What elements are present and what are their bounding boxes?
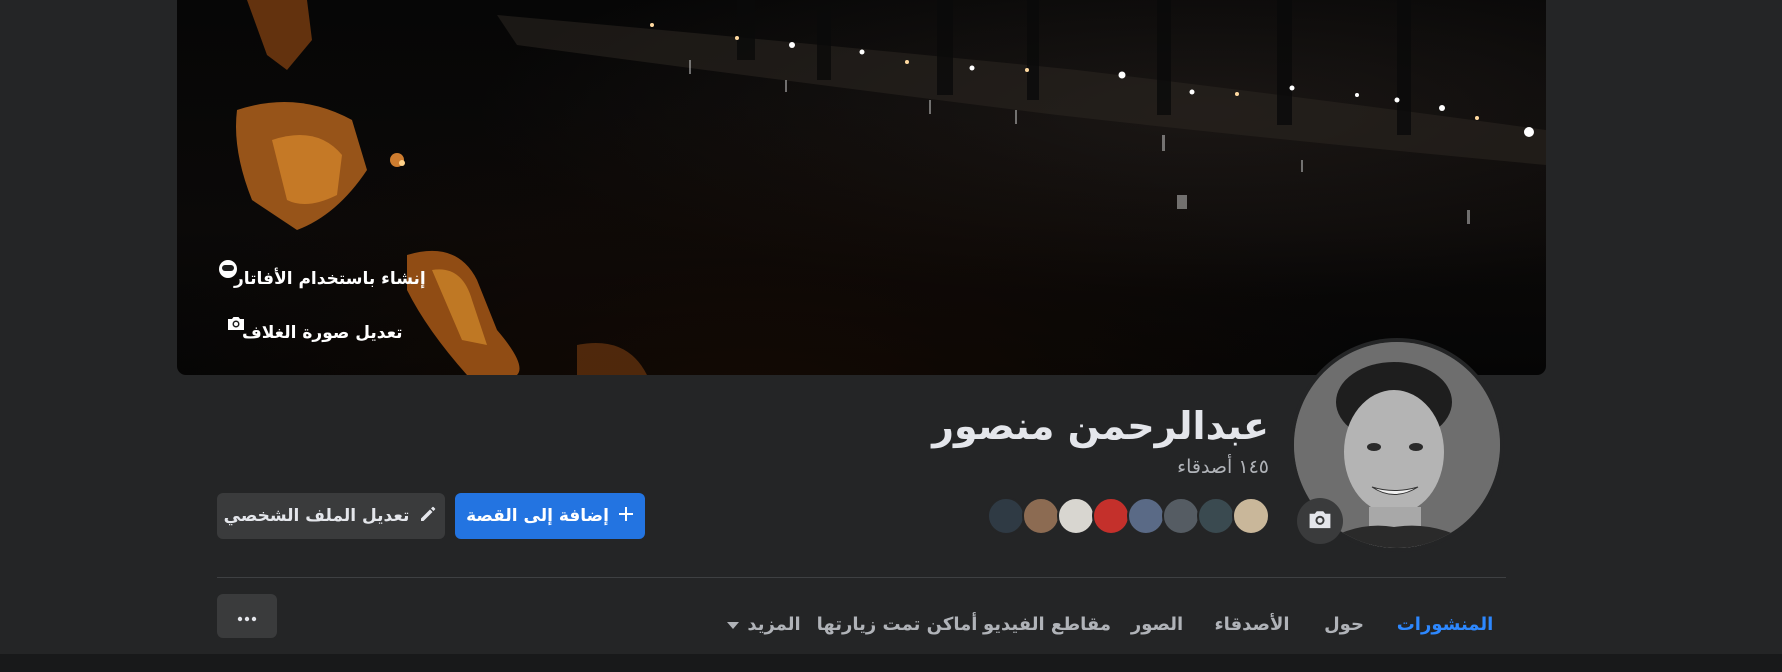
edit-cover-photo-button[interactable]: تعديل صورة الغلاف xyxy=(226,313,447,353)
cover-photo[interactable]: إنشاء باستخدام الأفاتار تعديل صورة الغلا… xyxy=(177,0,1546,375)
plus-icon xyxy=(618,506,634,527)
friend-avatar[interactable] xyxy=(1197,497,1235,535)
tab-friends-label: الأصدقاء xyxy=(1214,613,1290,635)
tab-places-visited-label: أماكن تمت زيارتها xyxy=(816,613,978,635)
tab-videos-label: مقاطع الفيديو xyxy=(982,613,1112,635)
caret-down-icon xyxy=(727,614,740,635)
tab-posts-label: المنشورات xyxy=(1396,613,1494,635)
friend-avatar[interactable] xyxy=(1022,497,1060,535)
pencil-icon xyxy=(418,504,438,529)
friend-avatar[interactable] xyxy=(1232,497,1270,535)
create-with-avatar-button[interactable]: إنشاء باستخدام الأفاتار xyxy=(218,259,470,299)
tab-friends[interactable]: الأصدقاء xyxy=(1200,594,1304,654)
ellipsis-icon xyxy=(237,607,257,626)
edit-profile-button[interactable]: تعديل الملف الشخصي xyxy=(217,493,445,539)
tab-videos[interactable]: مقاطع الفيديو xyxy=(980,594,1114,654)
camera-icon xyxy=(228,317,431,343)
add-to-story-button[interactable]: إضافة إلى القصة xyxy=(455,493,645,539)
tab-more-label: المزيد xyxy=(747,613,801,635)
avatar-face-icon xyxy=(219,260,454,289)
friend-avatar[interactable] xyxy=(1057,497,1095,535)
edit-cover-photo-label: تعديل صورة الغلاف xyxy=(242,323,403,343)
profile-tabs: المنشورات حول الأصدقاء الصور مقاطع الفيد… xyxy=(690,594,1506,658)
camera-icon xyxy=(1307,506,1333,536)
page-background-strip xyxy=(0,654,1782,672)
tab-about-label: حول xyxy=(1324,613,1364,635)
tab-places-visited[interactable]: أماكن تمت زيارتها xyxy=(814,594,980,654)
profile-divider xyxy=(217,577,1506,578)
create-with-avatar-label: إنشاء باستخدام الأفاتار xyxy=(234,269,426,289)
tab-photos[interactable]: الصور xyxy=(1114,594,1200,654)
add-to-story-label: إضافة إلى القصة xyxy=(466,506,609,526)
friend-avatars[interactable] xyxy=(985,497,1270,537)
tab-about[interactable]: حول xyxy=(1304,594,1384,654)
tab-posts[interactable]: المنشورات xyxy=(1384,594,1506,658)
friend-avatar[interactable] xyxy=(1092,497,1130,535)
friend-avatar[interactable] xyxy=(987,497,1025,535)
profile-name: عبدالرحمن منصور xyxy=(932,404,1269,448)
tab-photos-label: الصور xyxy=(1130,613,1184,635)
tab-more[interactable]: المزيد xyxy=(714,594,814,654)
friend-avatar[interactable] xyxy=(1127,497,1165,535)
friends-count[interactable]: ١٤٥ أصدقاء xyxy=(1177,456,1269,478)
friend-avatar[interactable] xyxy=(1162,497,1200,535)
edit-profile-label: تعديل الملف الشخصي xyxy=(223,506,410,526)
update-profile-picture-button[interactable] xyxy=(1297,498,1343,544)
more-options-button[interactable] xyxy=(217,594,277,638)
